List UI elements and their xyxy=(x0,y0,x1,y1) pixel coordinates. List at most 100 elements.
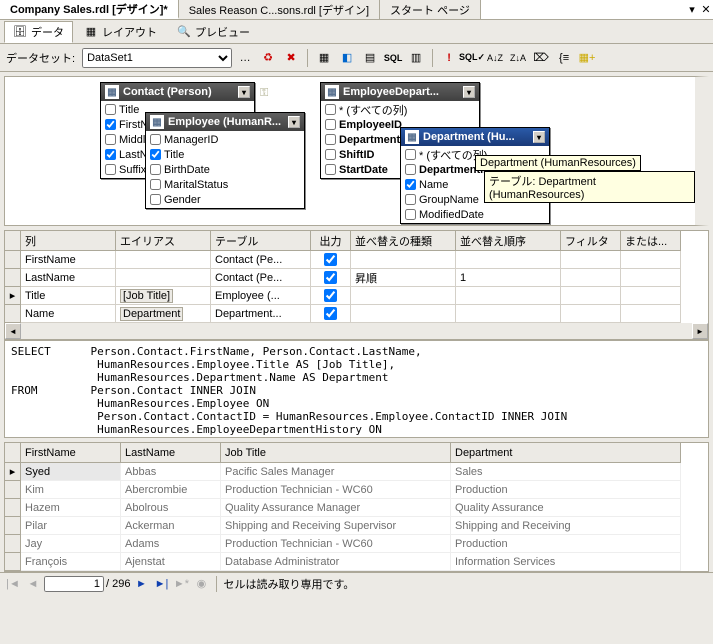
row-header[interactable]: ▸ xyxy=(5,287,21,305)
criteria-row[interactable]: NameDepartmentDepartment... xyxy=(5,305,708,323)
result-row[interactable]: KimAbercrombieProduction Technician - WC… xyxy=(5,481,708,499)
res-header-firstname[interactable]: FirstName xyxy=(21,443,121,463)
column-checkbox[interactable] xyxy=(325,149,336,160)
row-header[interactable] xyxy=(5,499,21,517)
table-column[interactable]: * (すべての列) xyxy=(322,102,478,117)
cell-or[interactable] xyxy=(621,269,681,287)
nav-last-button[interactable]: ►| xyxy=(152,575,170,593)
show-diagram-button[interactable]: ◧ xyxy=(337,48,357,68)
dataset-props-button[interactable]: … xyxy=(235,48,255,68)
sql-pane[interactable]: SELECT Person.Contact.FirstName, Person.… xyxy=(4,340,709,438)
column-checkbox[interactable] xyxy=(325,164,336,175)
cell-output[interactable] xyxy=(311,287,351,305)
row-header[interactable] xyxy=(5,305,21,323)
output-checkbox[interactable] xyxy=(324,253,337,266)
sort-desc-button[interactable]: Z↓A xyxy=(508,48,528,68)
cell-alias[interactable] xyxy=(116,251,211,269)
row-header[interactable] xyxy=(5,553,21,571)
result-cell[interactable]: Ackerman xyxy=(121,517,221,535)
show-sql-button[interactable]: SQL xyxy=(383,48,403,68)
result-row[interactable]: JayAdamsProduction Technician - WC60Prod… xyxy=(5,535,708,553)
table-column[interactable]: BirthDate xyxy=(147,162,303,177)
run-button[interactable]: ! xyxy=(439,48,459,68)
cell-sorttype[interactable] xyxy=(351,251,456,269)
result-cell[interactable]: Hazem xyxy=(21,499,121,517)
col-header-or[interactable]: または... xyxy=(621,231,681,251)
maximize-icon[interactable]: ▾ xyxy=(533,131,545,143)
cell-column[interactable]: Name xyxy=(21,305,116,323)
criteria-hscrollbar[interactable]: ◄► xyxy=(5,323,708,339)
remove-filter-button[interactable]: ⌦ xyxy=(531,48,551,68)
add-table-button[interactable]: ▦+ xyxy=(577,48,597,68)
tab-preview[interactable]: 🔍 プレビュー xyxy=(168,21,259,43)
tab-data[interactable]: 🗄 データ xyxy=(4,21,73,43)
result-cell[interactable]: Abolrous xyxy=(121,499,221,517)
scroll-right-icon[interactable]: ► xyxy=(692,323,708,339)
column-checkbox[interactable] xyxy=(150,179,161,190)
row-header[interactable]: ▸ xyxy=(5,463,21,481)
output-checkbox[interactable] xyxy=(324,307,337,320)
cell-filter[interactable] xyxy=(561,287,621,305)
result-cell[interactable]: François xyxy=(21,553,121,571)
column-checkbox[interactable] xyxy=(405,164,416,175)
tab-close-icon[interactable]: ✕ xyxy=(699,3,713,17)
table-column[interactable]: ModifiedDate xyxy=(402,207,548,222)
nav-next-button[interactable]: ► xyxy=(132,575,150,593)
maximize-icon[interactable]: ▾ xyxy=(463,86,475,98)
column-checkbox[interactable] xyxy=(105,119,116,130)
row-header[interactable] xyxy=(5,535,21,553)
cell-column[interactable]: LastName xyxy=(21,269,116,287)
result-row[interactable]: HazemAbolrousQuality Assurance ManagerQu… xyxy=(5,499,708,517)
column-checkbox[interactable] xyxy=(150,164,161,175)
res-header-jobtitle[interactable]: Job Title xyxy=(221,443,451,463)
column-checkbox[interactable] xyxy=(105,149,116,160)
result-cell[interactable]: Pacific Sales Manager xyxy=(221,463,451,481)
result-row[interactable]: PilarAckermanShipping and Receiving Supe… xyxy=(5,517,708,535)
cell-output[interactable] xyxy=(311,305,351,323)
cell-sorttype[interactable] xyxy=(351,287,456,305)
result-cell[interactable]: Production Technician - WC60 xyxy=(221,535,451,553)
cell-column[interactable]: FirstName xyxy=(21,251,116,269)
cell-or[interactable] xyxy=(621,305,681,323)
row-header[interactable] xyxy=(5,517,21,535)
verify-sql-button[interactable]: SQL✓ xyxy=(462,48,482,68)
col-header-column[interactable]: 列 xyxy=(21,231,116,251)
criteria-row[interactable]: FirstName Contact (Pe... xyxy=(5,251,708,269)
result-row[interactable]: FrançoisAjenstatDatabase AdministratorIn… xyxy=(5,553,708,571)
show-results-button[interactable]: ▥ xyxy=(406,48,426,68)
doc-tab-sales-reason[interactable]: Sales Reason C...sons.rdl [デザイン] xyxy=(179,0,380,19)
column-checkbox[interactable] xyxy=(105,164,116,175)
generic-query-button[interactable]: ▦ xyxy=(314,48,334,68)
table-employee[interactable]: ▦Employee (HumanR...▾ ManagerIDTitleBirt… xyxy=(145,112,305,209)
col-header-table[interactable]: テーブル xyxy=(211,231,311,251)
row-header[interactable] xyxy=(5,251,21,269)
cell-table[interactable]: Employee (... xyxy=(211,287,311,305)
table-column[interactable]: Gender xyxy=(147,192,303,207)
result-cell[interactable]: Production xyxy=(451,535,681,553)
dataset-dropdown[interactable]: DataSet1 xyxy=(82,48,232,68)
result-cell[interactable]: Pilar xyxy=(21,517,121,535)
cell-table[interactable]: Contact (Pe... xyxy=(211,269,311,287)
cell-sortorder[interactable] xyxy=(456,305,561,323)
col-header-output[interactable]: 出力 xyxy=(311,231,351,251)
column-checkbox[interactable] xyxy=(105,134,116,145)
result-cell[interactable]: Production xyxy=(451,481,681,499)
nav-page-input[interactable] xyxy=(44,576,104,592)
delete-dataset-button[interactable]: ✖ xyxy=(281,48,301,68)
result-cell[interactable]: Shipping and Receiving Supervisor xyxy=(221,517,451,535)
cell-table[interactable]: Contact (Pe... xyxy=(211,251,311,269)
column-checkbox[interactable] xyxy=(405,209,416,220)
cell-filter[interactable] xyxy=(561,251,621,269)
result-cell[interactable]: Ajenstat xyxy=(121,553,221,571)
column-checkbox[interactable] xyxy=(150,149,161,160)
result-cell[interactable]: Abercrombie xyxy=(121,481,221,499)
criteria-row[interactable]: ▸Title[Job Title]Employee (... xyxy=(5,287,708,305)
result-cell[interactable]: Shipping and Receiving xyxy=(451,517,681,535)
column-checkbox[interactable] xyxy=(325,119,336,130)
table-column[interactable]: ManagerID xyxy=(147,132,303,147)
column-checkbox[interactable] xyxy=(105,104,116,115)
res-header-department[interactable]: Department xyxy=(451,443,681,463)
table-column[interactable]: Title xyxy=(147,147,303,162)
result-row[interactable]: ▸SyedAbbasPacific Sales ManagerSales xyxy=(5,463,708,481)
cell-output[interactable] xyxy=(311,269,351,287)
